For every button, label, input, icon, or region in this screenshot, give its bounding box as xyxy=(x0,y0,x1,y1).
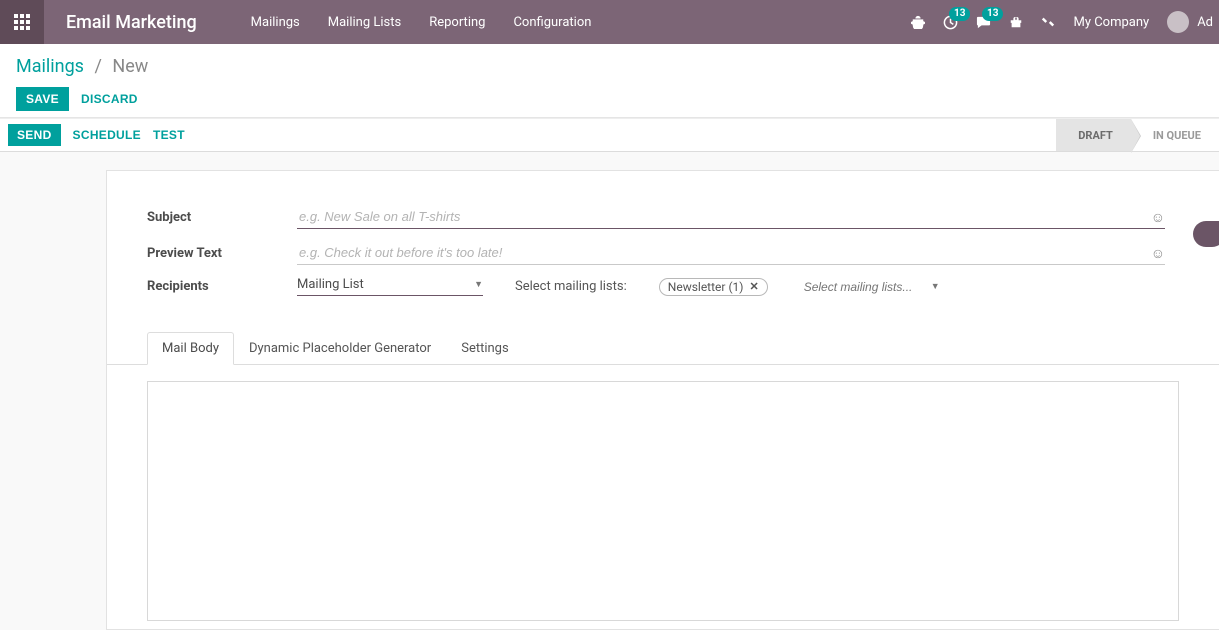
company-switcher[interactable]: My Company xyxy=(1073,15,1149,30)
mailing-list-tag-text: Newsletter (1) xyxy=(668,280,744,294)
activities-badge: 13 xyxy=(949,7,970,21)
recipients-type-value: Mailing List xyxy=(297,277,364,292)
nav-reporting[interactable]: Reporting xyxy=(429,15,485,30)
subject-label: Subject xyxy=(147,210,297,225)
debug-button[interactable] xyxy=(911,15,925,29)
tab-mail-body[interactable]: Mail Body xyxy=(147,332,234,365)
nav-configuration[interactable]: Configuration xyxy=(513,15,591,30)
preview-input[interactable] xyxy=(297,241,1165,265)
recipients-type-select[interactable]: Mailing List ▼ xyxy=(297,277,483,296)
stage-draft[interactable]: DRAFT xyxy=(1056,119,1131,151)
discard-button[interactable]: DISCARD xyxy=(81,92,138,106)
chatter-toggle[interactable] xyxy=(1193,221,1219,247)
save-button[interactable]: SAVE xyxy=(16,87,69,111)
form-sheet: Subject ☺ Preview Text ☺ Recipients Mail… xyxy=(106,170,1219,630)
tab-settings[interactable]: Settings xyxy=(446,332,523,364)
mailing-list-tag[interactable]: Newsletter (1) ✕ xyxy=(659,278,768,296)
bug-icon xyxy=(911,15,925,29)
select-ml-label: Select mailing lists: xyxy=(515,279,627,294)
subject-input[interactable] xyxy=(297,205,1165,229)
test-button[interactable]: TEST xyxy=(153,128,185,142)
apps-menu-button[interactable] xyxy=(0,0,44,44)
apps-icon xyxy=(14,14,30,30)
nav-mailing-lists[interactable]: Mailing Lists xyxy=(328,15,401,30)
breadcrumb: Mailings / New xyxy=(16,56,1203,77)
tabs: Mail Body Dynamic Placeholder Generator … xyxy=(107,332,1219,365)
recipients-label: Recipients xyxy=(147,279,297,294)
stage-bar: DRAFT IN QUEUE xyxy=(1056,119,1219,151)
tag-remove-icon[interactable]: ✕ xyxy=(749,280,758,293)
form-grid: Subject ☺ Preview Text ☺ Recipients Mail… xyxy=(107,205,1219,314)
emoji-icon[interactable]: ☺ xyxy=(1151,245,1165,262)
gift-button[interactable] xyxy=(1009,15,1023,29)
gift-icon xyxy=(1009,15,1023,29)
preview-row: ☺ xyxy=(297,241,1165,265)
tab-placeholder-generator[interactable]: Dynamic Placeholder Generator xyxy=(234,332,446,364)
recipients-row: Mailing List ▼ Select mailing lists: New… xyxy=(297,277,1165,296)
statusbar: SEND SCHEDULE TEST DRAFT IN QUEUE xyxy=(0,118,1219,152)
chevron-down-icon[interactable]: ▼ xyxy=(931,281,940,292)
mailing-list-add-input[interactable] xyxy=(800,278,940,296)
chevron-down-icon: ▼ xyxy=(474,279,483,290)
subheader: Mailings / New SAVE DISCARD xyxy=(0,44,1219,118)
tools-button[interactable] xyxy=(1041,15,1055,29)
mail-body-editor[interactable] xyxy=(147,381,1179,621)
subject-row: ☺ xyxy=(297,205,1165,229)
activities-button[interactable]: 13 xyxy=(943,15,958,30)
avatar[interactable] xyxy=(1167,11,1189,33)
mailing-list-add-wrap: ▼ xyxy=(800,278,940,296)
app-title: Email Marketing xyxy=(44,12,217,33)
nav-mailings[interactable]: Mailings xyxy=(251,15,300,30)
main-navbar: Email Marketing Mailings Mailing Lists R… xyxy=(0,0,1219,44)
breadcrumb-root[interactable]: Mailings xyxy=(16,56,84,77)
nav-menu: Mailings Mailing Lists Reporting Configu… xyxy=(251,15,592,30)
preview-label: Preview Text xyxy=(147,246,297,261)
navbar-right: 13 13 My Company Ad xyxy=(911,11,1219,33)
stage-in-queue[interactable]: IN QUEUE xyxy=(1131,119,1219,151)
statusbar-left: SEND SCHEDULE TEST xyxy=(8,124,185,146)
send-button[interactable]: SEND xyxy=(8,124,61,146)
breadcrumb-sep: / xyxy=(94,56,101,77)
messages-badge: 13 xyxy=(982,7,1003,21)
wrench-icon xyxy=(1041,15,1055,29)
messages-button[interactable]: 13 xyxy=(976,15,991,30)
sheet-wrap: Subject ☺ Preview Text ☺ Recipients Mail… xyxy=(0,152,1219,630)
emoji-icon[interactable]: ☺ xyxy=(1151,209,1165,226)
form-actions: SAVE DISCARD xyxy=(16,87,1203,111)
user-name[interactable]: Ad xyxy=(1197,15,1213,30)
schedule-button[interactable]: SCHEDULE xyxy=(73,128,141,142)
breadcrumb-current: New xyxy=(112,56,148,77)
